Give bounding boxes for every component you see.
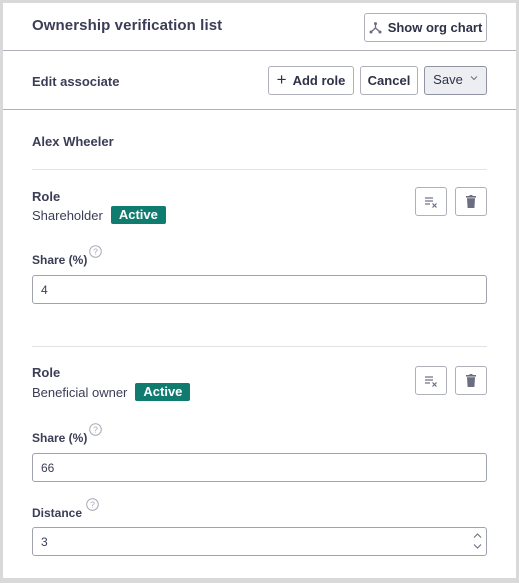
- section-title: Edit associate: [32, 74, 120, 89]
- chevron-down-icon[interactable]: [473, 541, 482, 551]
- add-role-label: Add role: [292, 73, 346, 88]
- delete-role-button[interactable]: [455, 366, 487, 395]
- panel-header: Ownership verification list Show org cha…: [3, 3, 516, 51]
- role-value: Beneficial owner Active: [32, 383, 191, 401]
- plus-icon: +: [276, 70, 287, 89]
- save-button[interactable]: Save: [424, 66, 487, 95]
- edit-associate-panel: Ownership verification list Show org cha…: [3, 3, 516, 578]
- svg-text:?: ?: [90, 500, 95, 510]
- divider: [32, 169, 487, 170]
- role-label: Role: [32, 365, 61, 380]
- edit-associate-toolbar: Edit associate + Add role Cancel Save: [3, 51, 516, 110]
- distance-input[interactable]: 3: [32, 527, 487, 556]
- distance-value: 3: [41, 534, 48, 549]
- share-input[interactable]: 4: [32, 275, 487, 304]
- chevron-up-icon[interactable]: [473, 531, 482, 541]
- number-stepper[interactable]: [473, 531, 482, 551]
- clear-format-button[interactable]: [415, 187, 447, 216]
- clear-format-button[interactable]: [415, 366, 447, 395]
- help-icon[interactable]: ?: [89, 423, 102, 436]
- share-input[interactable]: 66: [32, 453, 487, 482]
- svg-text:?: ?: [93, 247, 98, 257]
- page-title: Ownership verification list: [32, 17, 223, 34]
- status-badge: Active: [110, 206, 166, 224]
- clear-format-icon: [425, 375, 437, 387]
- help-icon[interactable]: ?: [89, 245, 102, 258]
- share-label: Share (%): [32, 431, 88, 445]
- role-name: Beneficial owner: [32, 384, 128, 400]
- svg-text:?: ?: [93, 425, 98, 435]
- save-label: Save: [433, 72, 463, 87]
- clear-format-icon: [425, 196, 437, 208]
- share-value: 66: [41, 460, 55, 475]
- org-chart-icon: [369, 21, 382, 33]
- share-label: Share (%): [32, 253, 88, 267]
- distance-label: Distance: [32, 506, 83, 520]
- cancel-label: Cancel: [367, 73, 411, 88]
- role-value: Shareholder Active: [32, 206, 166, 224]
- trash-icon: [466, 195, 476, 208]
- show-org-chart-button[interactable]: Show org chart: [364, 13, 487, 42]
- trash-icon: [466, 374, 476, 387]
- help-icon[interactable]: ?: [86, 498, 99, 511]
- role-label: Role: [32, 189, 61, 204]
- associate-name: Alex Wheeler: [32, 134, 114, 149]
- divider: [32, 346, 487, 347]
- status-badge: Active: [135, 383, 191, 401]
- role-name: Shareholder: [32, 207, 103, 223]
- delete-role-button[interactable]: [455, 187, 487, 216]
- cancel-button[interactable]: Cancel: [360, 66, 418, 95]
- show-org-chart-label: Show org chart: [387, 20, 483, 35]
- share-value: 4: [41, 282, 48, 297]
- add-role-button[interactable]: + Add role: [268, 66, 354, 95]
- chevron-down-icon: [470, 76, 478, 81]
